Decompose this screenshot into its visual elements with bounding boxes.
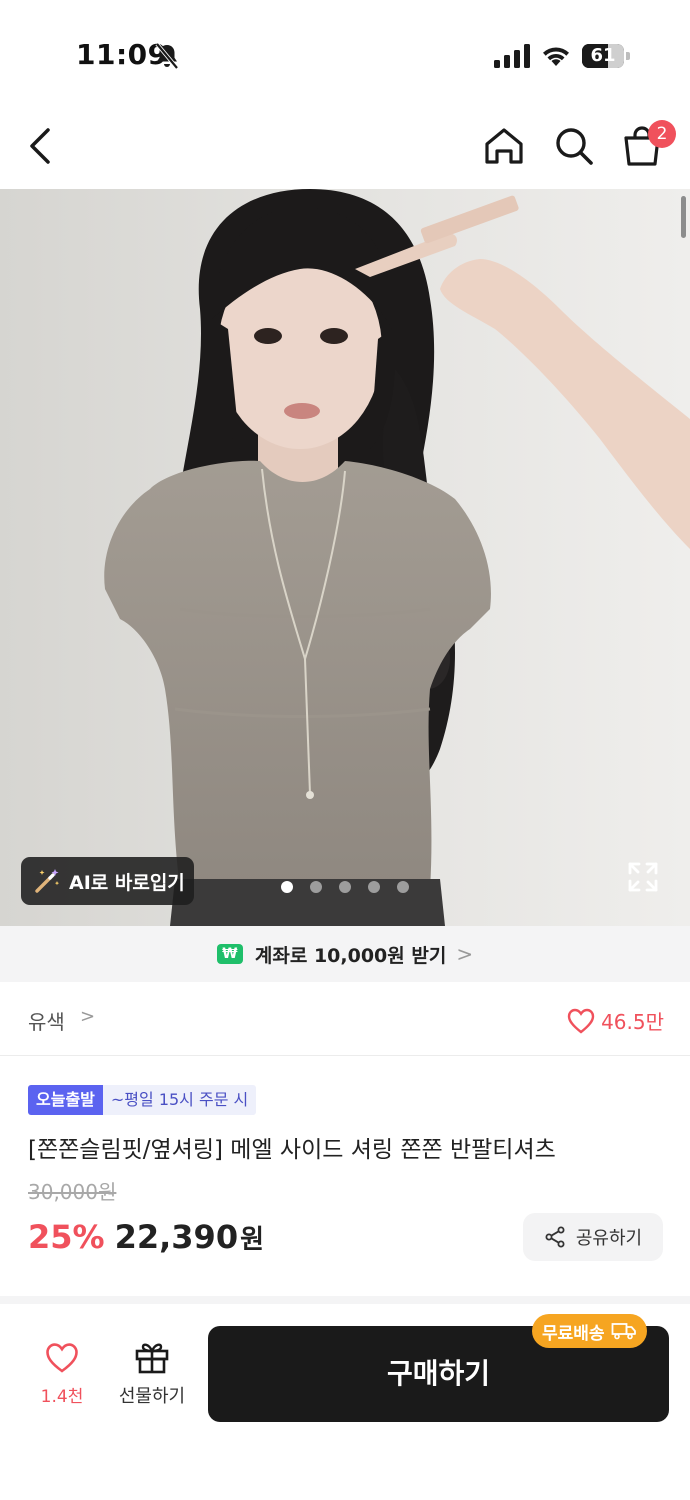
discount-rate: 25% — [28, 1218, 105, 1256]
heart-icon — [46, 1343, 78, 1373]
won-icon: ₩ — [216, 944, 243, 964]
product-photo — [0, 189, 690, 926]
share-label: 공유하기 — [575, 1228, 643, 1249]
price-row: 25% 22,390 원 — [28, 1218, 264, 1256]
gallery-dot[interactable] — [310, 881, 322, 893]
nav-bar — [0, 100, 690, 190]
expand-icon[interactable] — [626, 860, 660, 894]
gallery-dot[interactable] — [397, 881, 409, 893]
gallery-dot[interactable] — [368, 881, 380, 893]
gift-label: 선물하기 — [118, 1386, 186, 1407]
heart-icon — [567, 1008, 595, 1034]
like-count: 46.5만 — [601, 1010, 664, 1034]
chevron-right-icon: > — [456, 942, 474, 966]
ai-try-on-button[interactable]: AI로 바로입기 — [21, 857, 194, 905]
sale-price: 22,390 — [114, 1218, 239, 1256]
currency-unit: 원 — [240, 1225, 264, 1255]
bell-off-icon — [155, 42, 179, 70]
status-bar: 11:09 61 — [0, 0, 690, 100]
home-icon[interactable] — [482, 124, 526, 168]
search-icon[interactable] — [552, 124, 596, 168]
promo-text: 계좌로 10,000원 받기 — [254, 944, 447, 967]
share-icon — [545, 1226, 565, 1248]
section-divider — [0, 1296, 690, 1304]
share-button[interactable]: 공유하기 — [523, 1213, 663, 1261]
ai-try-on-label: AI로 바로입기 — [69, 871, 185, 894]
gallery-pagination — [281, 881, 409, 893]
wifi-icon — [543, 47, 569, 66]
product-title: [쫀쫀슬림핏/옆셔링] 메엘 사이드 셔링 쫀쫀 반팔티셔츠 — [28, 1137, 556, 1163]
gallery-dot[interactable] — [281, 881, 293, 893]
gift-button[interactable]: 선물하기 — [112, 1340, 192, 1412]
scroll-indicator — [681, 196, 686, 238]
free-shipping-badge: 무료배송 — [532, 1314, 647, 1348]
back-arrow-icon[interactable] — [20, 124, 64, 168]
option-row: 유색 > 46.5만 — [0, 982, 690, 1056]
today-shipping-badge: 오늘출발 — [28, 1085, 103, 1115]
gallery-dot[interactable] — [339, 881, 351, 893]
original-price: 30,000원 — [28, 1180, 117, 1204]
battery-icon: 61 — [582, 44, 630, 68]
truck-icon — [611, 1323, 636, 1340]
shipping-cutoff-badge: ~평일 15시 주문 시 — [102, 1085, 257, 1115]
wish-count: 1.4천 — [40, 1387, 84, 1407]
color-option-link[interactable]: 유색 — [28, 1006, 65, 1035]
product-image-gallery[interactable] — [0, 189, 690, 926]
gift-icon — [135, 1343, 169, 1374]
signal-icon — [494, 44, 530, 68]
chevron-right-icon: > — [80, 1006, 96, 1027]
cart-count-badge: 2 — [648, 120, 676, 148]
like-counter[interactable]: 46.5만 — [567, 1006, 664, 1035]
free-shipping-label: 무료배송 — [542, 1323, 605, 1344]
delivery-badges: 오늘출발 ~평일 15시 주문 시 — [28, 1085, 257, 1115]
wishlist-button[interactable]: 1.4천 — [30, 1342, 94, 1412]
battery-text: 61 — [590, 45, 616, 66]
account-payment-promo[interactable]: ₩ 계좌로 10,000원 받기 > — [0, 926, 690, 982]
magic-wand-icon — [35, 869, 60, 893]
